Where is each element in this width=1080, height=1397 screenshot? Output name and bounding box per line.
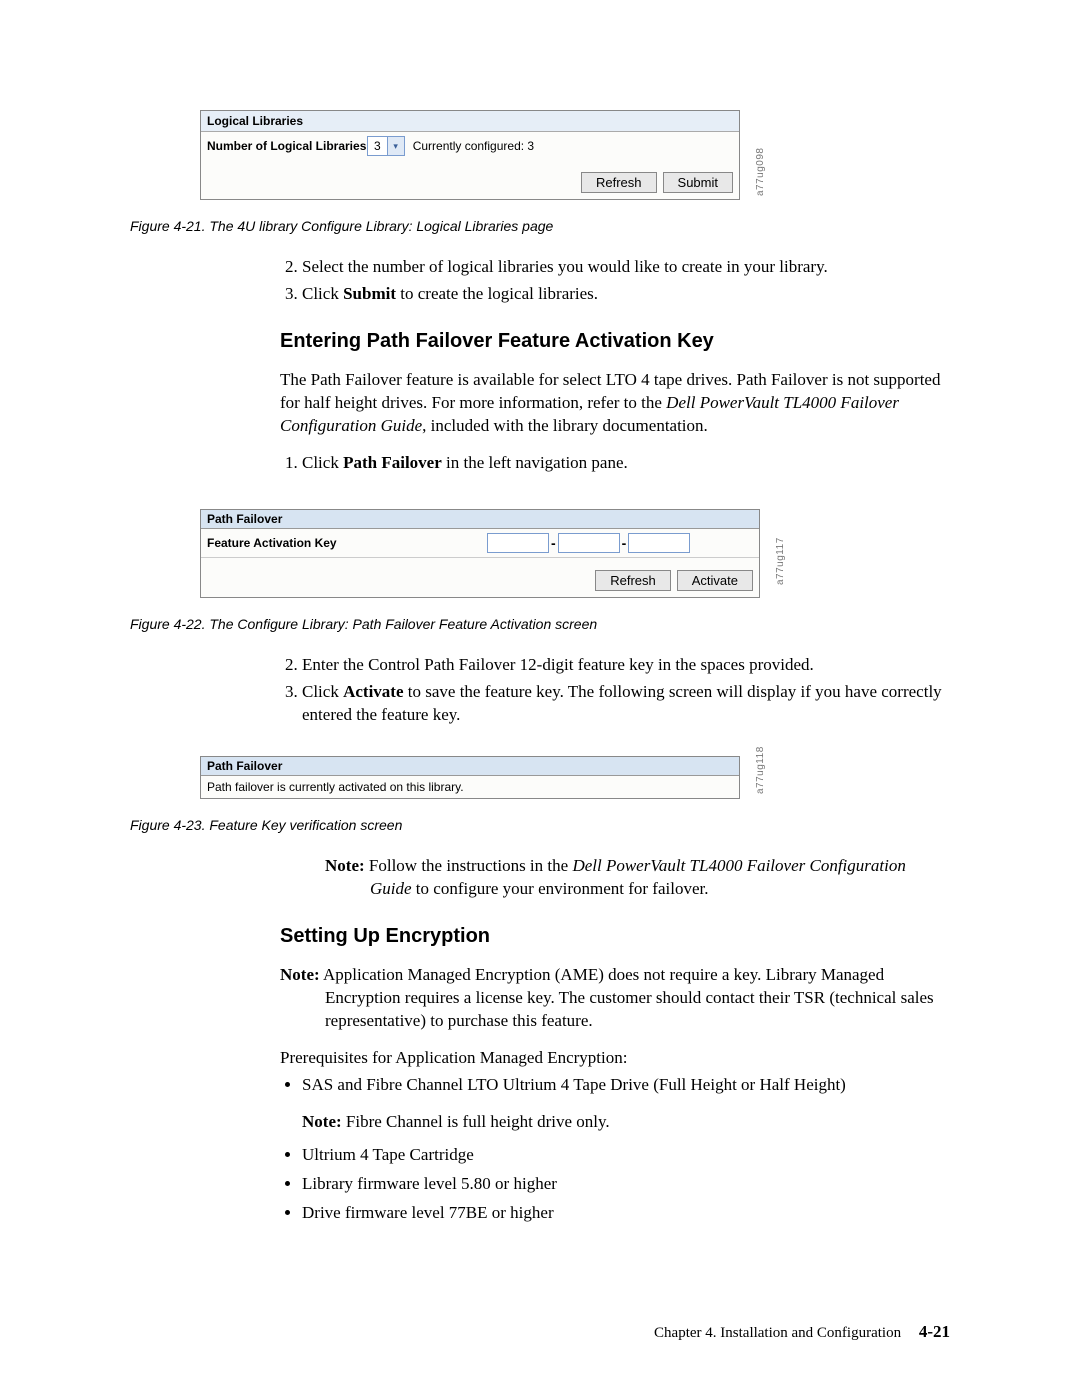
fig22-sidelabel: a77ug117 (775, 537, 786, 585)
activate-button[interactable]: Activate (677, 570, 753, 591)
refresh-button[interactable]: Refresh (595, 570, 671, 591)
fig21-header: Logical Libraries (201, 111, 739, 132)
bullet-2: Ultrium 4 Tape Cartridge (302, 1144, 950, 1167)
fig21-label: Number of Logical Libraries (207, 139, 367, 153)
dash-icon: - (622, 535, 627, 551)
feature-key-input-3[interactable] (628, 533, 690, 553)
figure-feature-key-verify: Path Failover Path failover is currently… (200, 756, 740, 799)
fig23-status: Path failover is currently activated on … (201, 776, 739, 798)
note-1: Note: Follow the instructions in the Del… (280, 855, 950, 901)
step-a-2: Select the number of logical libraries y… (302, 256, 950, 279)
step-c-3: Click Activate to save the feature key. … (302, 681, 950, 727)
fig21-sidelabel: a77ug098 (755, 148, 766, 197)
para-path-failover: The Path Failover feature is available f… (280, 369, 950, 438)
fig23-sidelabel: a77ug118 (755, 747, 766, 795)
fig22-header: Path Failover (201, 510, 759, 529)
footer-page-number: 4-21 (919, 1322, 950, 1341)
submit-button[interactable]: Submit (663, 172, 733, 193)
footer-chapter: Chapter 4. Installation and Configuratio… (654, 1325, 901, 1341)
refresh-button[interactable]: Refresh (581, 172, 657, 193)
figure-path-failover: Path Failover Feature Activation Key - -… (200, 509, 760, 598)
bullet-4: Drive firmware level 77BE or higher (302, 1202, 950, 1225)
fig23-header: Path Failover (201, 757, 739, 776)
feature-key-input-1[interactable] (487, 533, 549, 553)
section-path-failover-title: Entering Path Failover Feature Activatio… (280, 328, 950, 355)
fig21-caption: Figure 4-21. The 4U library Configure Li… (130, 218, 955, 234)
feature-key-input-2[interactable] (558, 533, 620, 553)
page-footer: Chapter 4. Installation and Configuratio… (654, 1322, 950, 1342)
section-encryption-title: Setting Up Encryption (280, 923, 950, 950)
select-value: 3 (368, 139, 387, 153)
bullet-1: SAS and Fibre Channel LTO Ultrium 4 Tape… (302, 1074, 950, 1134)
figure-logical-libraries: Logical Libraries Number of Logical Libr… (200, 110, 740, 200)
logical-libraries-select[interactable]: 3 ▾ (367, 136, 405, 156)
step-c-2: Enter the Control Path Failover 12-digit… (302, 654, 950, 677)
chevron-down-icon: ▾ (387, 137, 404, 155)
fig22-label: Feature Activation Key (207, 536, 487, 550)
dash-icon: - (551, 535, 556, 551)
currently-configured-text: Currently configured: 3 (413, 139, 534, 153)
step-b-1: Click Path Failover in the left navigati… (302, 452, 950, 475)
fig22-caption: Figure 4-22. The Configure Library: Path… (130, 616, 955, 632)
prereq-intro: Prerequisites for Application Managed En… (280, 1047, 950, 1070)
fig23-caption: Figure 4-23. Feature Key verification sc… (130, 817, 955, 833)
bullet-3: Library firmware level 5.80 or higher (302, 1173, 950, 1196)
step-a-3: Click Submit to create the logical libra… (302, 283, 950, 306)
note-2: Note: Application Managed Encryption (AM… (280, 964, 950, 1033)
